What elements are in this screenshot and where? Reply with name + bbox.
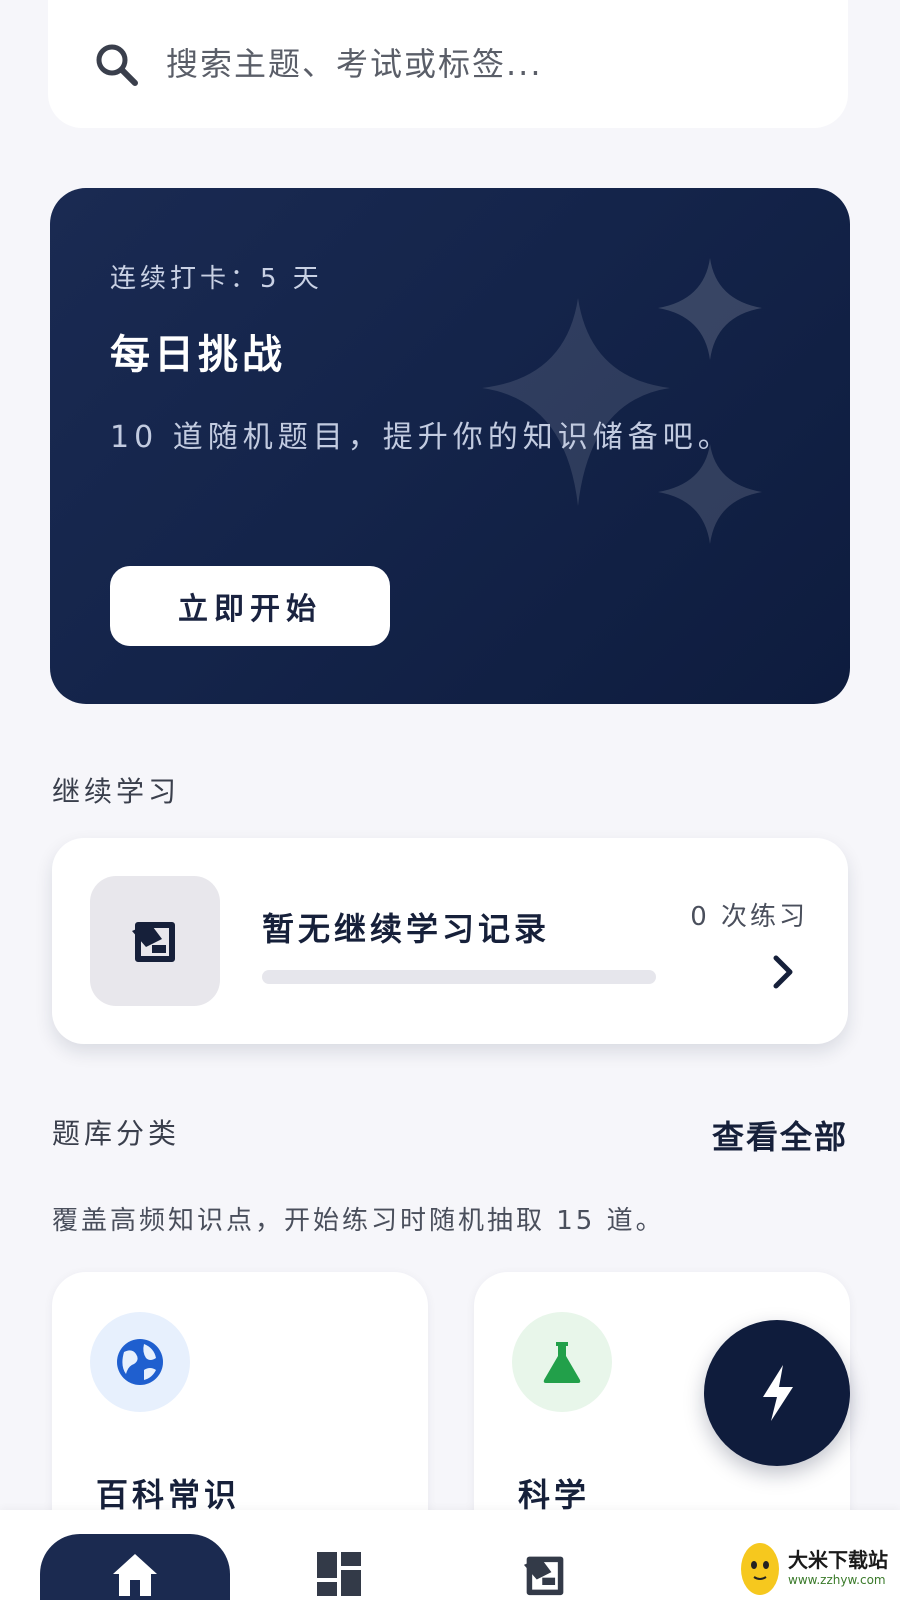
search-bar[interactable] (48, 0, 848, 128)
lightning-icon (763, 1365, 793, 1421)
practice-icon (523, 1556, 564, 1596)
daily-challenge-card: 连续打卡：5 天 每日挑战 10 道随机题目，提升你的知识储备吧。 立即开始 (50, 188, 850, 704)
category-icon-wrap (512, 1312, 612, 1412)
view-all-link[interactable]: 查看全部 (712, 1112, 848, 1158)
flask-icon (543, 1342, 581, 1383)
nav-practice[interactable] (450, 1534, 640, 1600)
start-now-button[interactable]: 立即开始 (110, 566, 390, 646)
category-icon-wrap (90, 1312, 190, 1412)
daily-challenge-description: 10 道随机题目，提升你的知识储备吧。 (110, 420, 733, 455)
search-input[interactable] (166, 45, 726, 83)
nav-dashboard[interactable] (244, 1534, 434, 1600)
rice-mascot-icon (741, 1543, 779, 1595)
quick-practice-fab[interactable] (704, 1320, 850, 1466)
continue-learning-card[interactable]: 暂无继续学习记录 0 次练习 (52, 838, 848, 1044)
practice-icon (132, 922, 175, 962)
watermark-name: 大米下载站 (788, 1548, 888, 1572)
nav-home[interactable] (40, 1534, 230, 1600)
watermark-url: www.zzhyw.com (788, 1573, 886, 1587)
continue-record-title: 暂无继续学习记录 (262, 910, 551, 948)
continue-thumbnail (90, 876, 220, 1006)
continue-section-label: 继续学习 (52, 775, 181, 808)
home-icon (113, 1554, 157, 1596)
continue-progress-bar (262, 970, 656, 984)
practice-count: 0 次练习 (690, 902, 808, 932)
search-icon (96, 44, 138, 86)
streak-text: 连续打卡：5 天 (110, 264, 323, 294)
watermark-logo: 大米下载站 www.zzhyw.com (738, 1536, 900, 1600)
globe-icon (117, 1339, 163, 1385)
chevron-right-icon[interactable] (768, 952, 798, 992)
daily-challenge-title: 每日挑战 (110, 332, 286, 378)
dashboard-icon (317, 1552, 361, 1596)
categories-section-label: 题库分类 (52, 1117, 181, 1150)
categories-description: 覆盖高频知识点，开始练习时随机抽取 15 道。 (52, 1206, 665, 1236)
